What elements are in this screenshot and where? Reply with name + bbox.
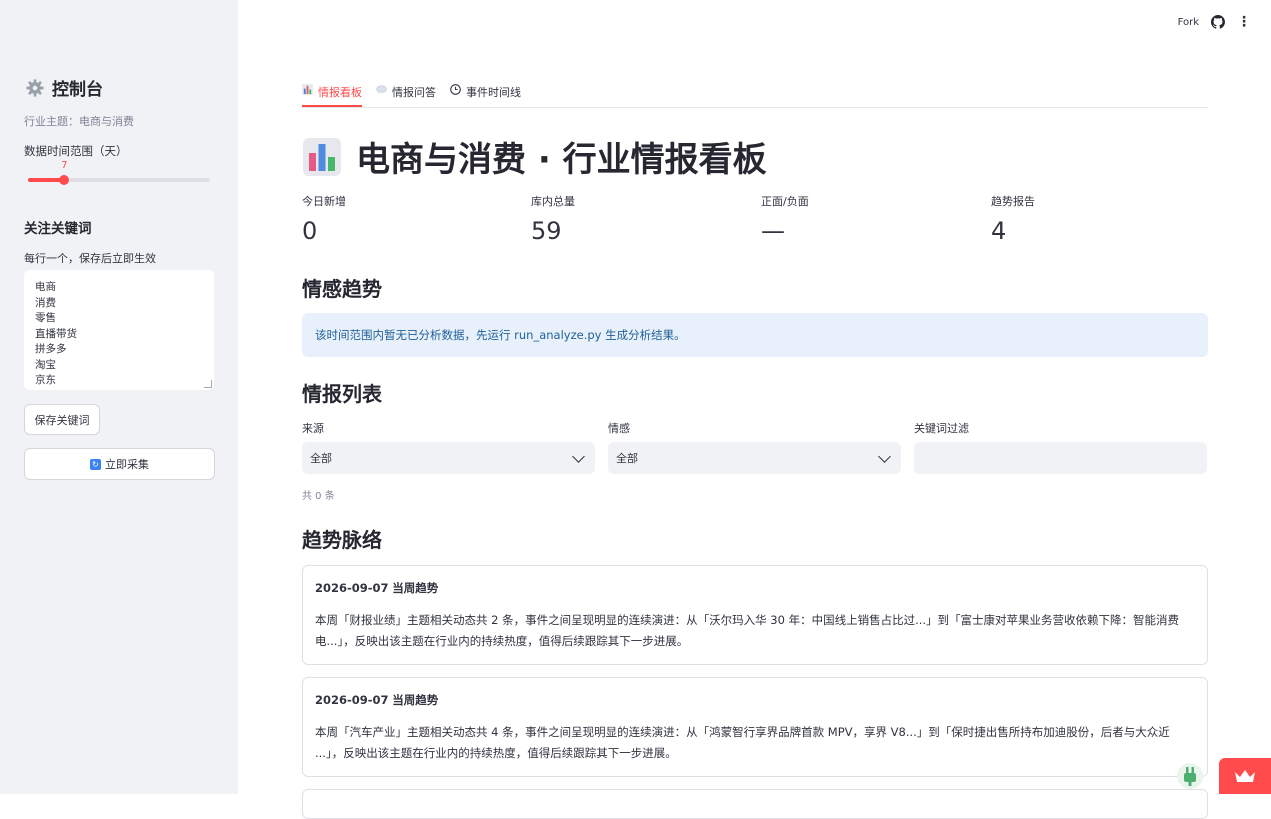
trend-card-body: 本周「财报业绩」主题相关动态共 2 条，事件之间呈现明显的连续演进：从「沃尔玛入… bbox=[315, 613, 1180, 648]
metric-sentiment-ratio: 正面/负面 — bbox=[761, 193, 809, 245]
github-icon[interactable] bbox=[1211, 15, 1225, 29]
chevron-down-icon bbox=[572, 449, 585, 463]
trend-card-header: 2026-09-07 当周趋势 bbox=[315, 692, 1195, 708]
range-label: 数据时间范围（天） bbox=[24, 144, 128, 158]
collect-now-label: 立即采集 bbox=[105, 458, 149, 471]
metric-value: 59 bbox=[531, 217, 562, 245]
more-menu-icon[interactable]: ⋮ bbox=[1237, 14, 1251, 30]
source-filter: 来源 全部 bbox=[302, 420, 595, 474]
keyword-line: 直播带货 bbox=[35, 327, 77, 340]
metric-today-new: 今日新增 0 bbox=[302, 193, 346, 245]
keyword-line: 消费 bbox=[35, 296, 56, 309]
keywords-textarea[interactable]: 电商消费零售直播带货拼多多淘宝京东 bbox=[24, 270, 214, 390]
keyword-line: 京东 bbox=[35, 374, 56, 386]
trend-card-header: 2026-09-07 当周趋势 bbox=[315, 580, 1195, 596]
metric-label: 趋势报告 bbox=[991, 195, 1035, 208]
sidebar: 控制台 行业主题：电商与消费 数据时间范围（天） 7 关注关键词 每行一个，保存… bbox=[0, 0, 238, 794]
keyword-line: 零售 bbox=[35, 312, 56, 324]
tab-qa[interactable]: 情报问答 bbox=[376, 80, 436, 103]
speech-bubble-icon bbox=[376, 85, 387, 95]
intel-list-heading: 情报列表 bbox=[302, 382, 382, 406]
metric-label: 正面/负面 bbox=[761, 195, 809, 208]
tab-dashboard-label: 情报看板 bbox=[318, 86, 362, 99]
trend-card-date: 2026-09-07 bbox=[315, 581, 389, 595]
metric-label: 今日新增 bbox=[302, 195, 346, 208]
trend-card-body: 本周「汽车产业」主题相关动态共 4 条，事件之间呈现明显的连续演进：从「鸿蒙智行… bbox=[315, 725, 1170, 760]
info-alert-text: 该时间范围内暂无已分析数据，先运行 run_analyze.py 生成分析结果。 bbox=[315, 328, 686, 342]
tab-bar: 情报看板 情报问答 事件时间线 bbox=[302, 80, 1208, 108]
sentiment-select-value: 全部 bbox=[616, 452, 638, 465]
keyword-filter-label: 关键词过滤 bbox=[914, 422, 969, 435]
crown-icon bbox=[1235, 770, 1255, 782]
refresh-icon: ↻ bbox=[90, 458, 101, 470]
bar-chart-icon bbox=[302, 84, 313, 95]
slider-thumb[interactable] bbox=[59, 175, 70, 185]
trend-card-tag: 当周趋势 bbox=[392, 693, 439, 707]
trend-card-date: 2026-09-07 bbox=[315, 693, 389, 707]
resize-handle-icon[interactable] bbox=[204, 380, 212, 388]
metric-total: 库内总量 59 bbox=[531, 193, 575, 245]
tab-dashboard[interactable]: 情报看板 bbox=[302, 80, 362, 107]
slider-value: 7 bbox=[61, 160, 68, 171]
trend-card: 2026-09-07 当周趋势 本周「财报业绩」主题相关动态共 2 条，事件之间… bbox=[302, 565, 1208, 665]
sidebar-title: 控制台 bbox=[26, 75, 103, 100]
metric-trend-reports: 趋势报告 4 bbox=[991, 193, 1035, 245]
collect-now-button[interactable]: ↻ 立即采集 bbox=[24, 448, 215, 480]
trend-card: 2026-09-07 当周趋势 本周「汽车产业」主题相关动态共 4 条，事件之间… bbox=[302, 677, 1208, 777]
page-title: 电商与消费 · 行业情报看板 bbox=[302, 132, 767, 181]
chevron-down-icon bbox=[878, 449, 891, 463]
keywords-title: 关注关键词 bbox=[24, 221, 92, 237]
metric-value: 0 bbox=[302, 217, 318, 245]
tab-qa-label: 情报问答 bbox=[392, 86, 436, 99]
metric-value: 4 bbox=[991, 217, 1007, 245]
sentiment-filter-label: 情感 bbox=[608, 422, 630, 435]
clock-icon bbox=[450, 84, 461, 95]
trends-heading: 趋势脉络 bbox=[302, 528, 382, 552]
save-keywords-label: 保存关键词 bbox=[34, 413, 90, 427]
fork-link[interactable]: Fork bbox=[1178, 17, 1199, 28]
trend-card-tag: 当周趋势 bbox=[392, 581, 439, 595]
plug-icon[interactable] bbox=[1176, 762, 1204, 790]
keyword-line: 淘宝 bbox=[35, 358, 56, 371]
source-select-value: 全部 bbox=[310, 452, 332, 465]
result-count: 共 0 条 bbox=[302, 491, 335, 502]
tab-timeline[interactable]: 事件时间线 bbox=[450, 80, 521, 103]
tab-timeline-label: 事件时间线 bbox=[466, 86, 521, 99]
filter-row: 来源 全部 情感 全部 关键词过滤 bbox=[302, 420, 1208, 480]
info-alert: 该时间范围内暂无已分析数据，先运行 run_analyze.py 生成分析结果。 bbox=[302, 313, 1208, 357]
source-select[interactable]: 全部 bbox=[302, 442, 595, 474]
sentiment-heading: 情感趋势 bbox=[302, 277, 382, 301]
range-slider[interactable]: 7 bbox=[28, 160, 210, 185]
source-filter-label: 来源 bbox=[302, 422, 324, 435]
keywords-hint: 每行一个，保存后立即生效 bbox=[24, 252, 156, 265]
keyword-filter: 关键词过滤 bbox=[914, 420, 1207, 474]
metrics-row: 今日新增 0 库内总量 59 正面/负面 — 趋势报告 4 bbox=[302, 193, 1208, 253]
keyword-line: 电商 bbox=[35, 281, 56, 293]
sentiment-select[interactable]: 全部 bbox=[608, 442, 901, 474]
metric-value: — bbox=[761, 217, 785, 245]
gear-icon bbox=[26, 78, 44, 97]
sidebar-title-text: 控制台 bbox=[52, 80, 103, 100]
sentiment-filter: 情感 全部 bbox=[608, 420, 901, 474]
industry-topic: 行业主题：电商与消费 bbox=[24, 115, 134, 128]
metric-label: 库内总量 bbox=[531, 195, 575, 208]
save-keywords-button[interactable]: 保存关键词 bbox=[24, 404, 100, 435]
app-header: Fork ⋮ bbox=[1178, 14, 1251, 30]
page-title-text: 电商与消费 · 行业情报看板 bbox=[356, 140, 767, 180]
bar-chart-icon bbox=[303, 137, 341, 176]
keyword-filter-input[interactable] bbox=[914, 442, 1207, 474]
streamlit-badge[interactable] bbox=[1219, 758, 1271, 794]
keyword-line: 拼多多 bbox=[35, 343, 67, 355]
